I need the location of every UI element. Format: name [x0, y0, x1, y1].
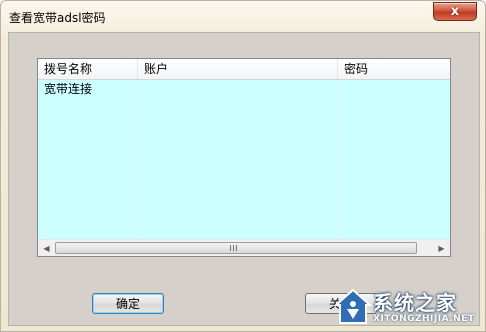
ok-button[interactable]: 确定: [92, 293, 164, 314]
watermark-subtext: XITONGZHIJIA.NET: [373, 314, 475, 324]
column-header-dial-name[interactable]: 拨号名称: [38, 59, 138, 79]
cell-dial-name: 宽带连接: [44, 82, 93, 96]
watermark: 系统之家 XITONGZHIJIA.NET: [323, 285, 483, 329]
cell-account: [138, 80, 338, 98]
title-bar[interactable]: 查看宽带adsl密码 x: [1, 1, 485, 33]
list-item[interactable]: 宽带连接: [38, 80, 450, 98]
column-divider: [138, 80, 139, 238]
close-window-button[interactable]: x: [433, 2, 477, 21]
dialog-window: 查看宽带adsl密码 x 拨号名称 账户 密码 宽带连接 ◀ ▶ 确定 系统之家…: [0, 0, 486, 332]
credentials-list[interactable]: 拨号名称 账户 密码 宽带连接 ◀ ▶: [37, 58, 451, 257]
watermark-text: 系统之家: [373, 291, 457, 315]
scrollbar-thumb[interactable]: [55, 242, 417, 254]
cell-password: [338, 80, 450, 98]
column-header-account[interactable]: 账户: [138, 59, 338, 79]
dialog-client-area: 拨号名称 账户 密码 宽带连接 ◀ ▶ 确定 关闭: [8, 32, 480, 326]
scroll-left-icon[interactable]: ◀: [38, 240, 55, 256]
list-header: 拨号名称 账户 密码: [38, 59, 450, 80]
close-icon: x: [450, 4, 460, 19]
window-title: 查看宽带adsl密码: [9, 11, 106, 25]
column-header-password[interactable]: 密码: [338, 59, 450, 79]
column-divider: [338, 80, 339, 238]
house-logo-icon: [333, 288, 373, 324]
grip-icon: [230, 245, 238, 251]
horizontal-scrollbar[interactable]: ◀ ▶: [38, 239, 450, 256]
scroll-right-icon[interactable]: ▶: [433, 240, 450, 256]
